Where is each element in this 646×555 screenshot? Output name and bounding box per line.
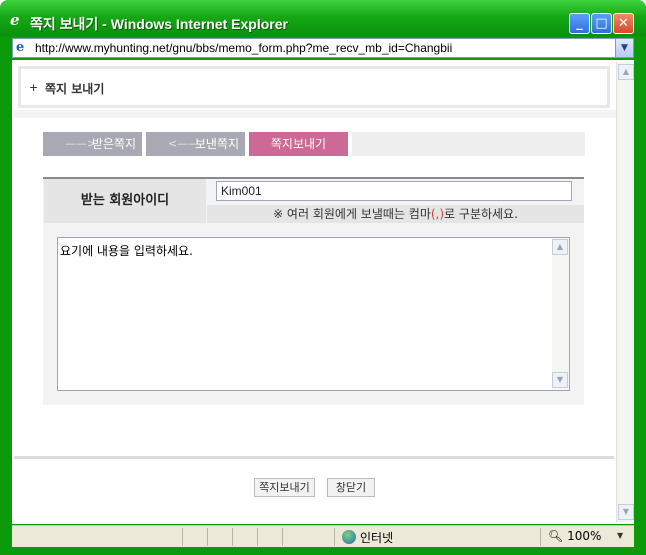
memo-textarea[interactable]: 요기에 내용을 입력하세요.: [57, 237, 570, 391]
close-button[interactable]: 창닫기: [327, 478, 375, 497]
security-zone: 인터넷: [342, 529, 393, 546]
recipient-label: 받는 회원아이디: [44, 179, 206, 223]
window-title: 쪽지 보내기 - Windows Internet Explorer: [30, 16, 288, 32]
tab-sent[interactable]: <—— 보낸쪽지: [146, 132, 245, 156]
tab-inbox[interactable]: ——> 받은쪽지: [43, 132, 142, 156]
address-dropdown-icon[interactable]: ▼: [615, 39, 633, 57]
note-prefix: ※ 여러 회원에게 보낼때는 컴마: [273, 207, 431, 221]
page-title: 쪽지 보내기: [45, 82, 105, 96]
tab-write[interactable]: 쪽지보내기: [249, 132, 348, 156]
zone-label: 인터넷: [360, 531, 394, 545]
page-header: + 쪽지 보내기: [18, 66, 610, 108]
tab-inbox-label: 받은쪽지: [91, 137, 136, 151]
maximize-button[interactable]: □: [591, 13, 612, 34]
memo-scroll-down-icon[interactable]: ▼: [552, 372, 568, 388]
tab-spacer: [352, 132, 585, 156]
header-divider: [14, 110, 616, 118]
note-suffix: 로 구분하세요.: [444, 207, 518, 221]
send-memo-button[interactable]: 쪽지보내기: [254, 478, 315, 497]
status-bar: 인터넷 🔍︎ 100% ▼: [12, 525, 634, 547]
note-comma: (,): [430, 207, 445, 221]
minimize-button[interactable]: _: [569, 13, 590, 34]
recipient-note: ※ 여러 회원에게 보낼때는 컴마(,)로 구분하세요.: [207, 205, 584, 223]
zoom-level[interactable]: 🔍︎ 100%: [548, 529, 601, 543]
title-bar: e 쪽지 보내기 - Windows Internet Explorer _ □…: [0, 0, 646, 36]
globe-icon: [342, 530, 356, 544]
scroll-up-icon[interactable]: ▲: [618, 64, 634, 80]
memo-scrollbar[interactable]: ▲ ▼: [552, 238, 569, 390]
scroll-down-icon[interactable]: ▼: [618, 504, 634, 520]
memo-scroll-up-icon[interactable]: ▲: [552, 239, 568, 255]
header-plus: +: [29, 81, 39, 94]
page-icon: e: [16, 40, 25, 55]
browser-window: e 쪽지 보내기 - Windows Internet Explorer _ □…: [0, 0, 646, 555]
address-url[interactable]: http://www.myhunting.net/gnu/bbs/memo_fo…: [35, 41, 452, 55]
page-scrollbar[interactable]: ▲ ▼: [616, 62, 634, 522]
recipient-id-input[interactable]: [216, 181, 572, 201]
ie-logo-icon: e: [10, 11, 20, 29]
tab-sent-label: 보낸쪽지: [194, 137, 239, 151]
address-bar[interactable]: e http://www.myhunting.net/gnu/bbs/memo_…: [12, 38, 634, 58]
close-window-button[interactable]: ✕: [613, 13, 634, 34]
tab-write-label: 쪽지보내기: [270, 137, 327, 151]
zoom-value: 100%: [567, 529, 602, 543]
footer-divider: [14, 456, 614, 459]
zoom-dropdown-icon[interactable]: ▼: [617, 531, 623, 540]
